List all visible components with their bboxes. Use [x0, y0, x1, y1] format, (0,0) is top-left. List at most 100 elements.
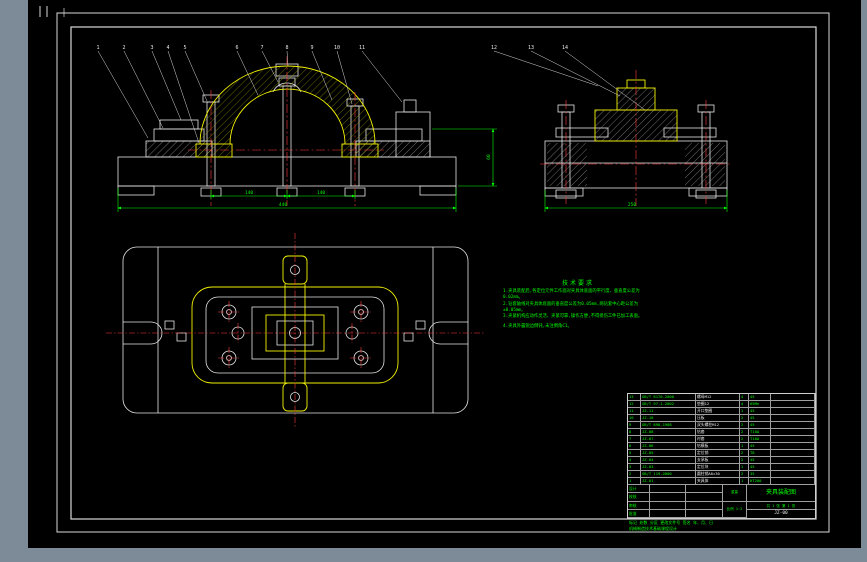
bom-row: 7 JZ-07 衬套 2 T10A: [628, 436, 815, 443]
bom-cell: 定位块: [696, 464, 740, 470]
cad-viewport[interactable]: 440 140 140 60 1 2 3 4 5 6 7 8 9 10 11 2…: [0, 0, 867, 562]
balloon-number: 14: [562, 45, 568, 51]
signature-cell: [686, 493, 722, 500]
bom-cell: [771, 457, 815, 463]
bom-cell: 2: [740, 429, 749, 435]
bom-cell: 45: [749, 415, 771, 421]
signature-cell: 审核: [628, 501, 650, 509]
bom-row: 9 GB/T 898-1988 双头螺柱M12 2 45: [628, 422, 815, 429]
bom-cell: JZ-06: [641, 443, 696, 449]
bom-row: 6 JZ-06 钻模板 1 45: [628, 443, 815, 450]
bom-cell: 2: [740, 436, 749, 442]
bom-cell: GB/T 898-1988: [641, 422, 696, 428]
bom-cell: 双头螺柱M12: [696, 422, 740, 428]
bom-cell: 45: [749, 394, 771, 400]
bom-cell: [771, 471, 815, 477]
bom-cell: 压板: [696, 415, 740, 421]
scale-cell: 比例 1:2: [723, 502, 746, 518]
balloon-number: 12: [491, 45, 497, 51]
bom-table: 13 GB/T 6170-2000 螺母M12 4 45 12 GB/T 97.1-2002…: [628, 394, 815, 485]
bom-cell: HT200: [749, 478, 771, 484]
bom-cell: T8: [749, 450, 771, 456]
bom-cell: [771, 408, 815, 414]
bom-cell: T10A: [749, 436, 771, 442]
bom-cell: T10A: [749, 429, 771, 435]
bom-cell: 45: [749, 443, 771, 449]
bom-cell: [771, 436, 815, 442]
bom-row: 4 JZ-04 支承板 2 45: [628, 457, 815, 464]
tech-notes-line: 4.夹具外露锐边倒钝,未注倒角C1。: [503, 324, 572, 330]
balloon-number: 13: [528, 45, 534, 51]
balloon-number: 2: [122, 45, 125, 51]
bom-cell: 5: [628, 450, 641, 456]
balloon-number: 9: [310, 45, 313, 51]
bom-cell: 45: [749, 464, 771, 470]
tech-notes-line: 1.夹具装配后,各定位元件工作面对夹具体底面的平行度、垂直度公差为0.02mm。: [503, 289, 640, 301]
dim-front-left: 140: [245, 190, 253, 196]
bom-cell: [771, 415, 815, 421]
bom-cell: [771, 443, 815, 449]
signature-row: 批准: [628, 509, 722, 518]
drawing-title: 夹具装配图: [765, 489, 796, 496]
bom-cell: 2: [740, 415, 749, 421]
balloon-number: 1: [96, 45, 99, 51]
balloon-number: 7: [260, 45, 263, 51]
bom-cell: 1: [740, 443, 749, 449]
balloon-number: 5: [183, 45, 186, 51]
bom-cell: 圆柱销A8×30: [696, 471, 740, 477]
bom-row: 2 GB/T 119-2000 圆柱销A8×30 2 35: [628, 471, 815, 478]
bom-row: 3 JZ-03 定位块 1 45: [628, 464, 815, 471]
bom-cell: 2: [740, 422, 749, 428]
bom-cell: 45: [749, 408, 771, 414]
bom-cell: 35: [749, 471, 771, 477]
tech-notes-line: 2.钻套轴线对夹具体底面的垂直度公差为0.05mm,两钻套中心距公差为±0.05…: [503, 301, 638, 313]
bom-cell: 衬套: [696, 436, 740, 442]
tech-notes-line: 3.夹紧机构应动作灵活、夹紧可靠,操作方便,不得损伤工件已加工表面。: [503, 314, 643, 320]
bom-cell: 4: [628, 457, 641, 463]
signature-row: 设计: [628, 485, 722, 494]
bom-cell: 支承板: [696, 457, 740, 463]
bom-cell: JZ-01: [641, 478, 696, 484]
bom-cell: 1: [740, 478, 749, 484]
bom-cell: 钻模板: [696, 443, 740, 449]
bom-cell: JZ-03: [641, 464, 696, 470]
bom-cell: 2: [740, 450, 749, 456]
bom-row: 11 JZ-11 开口垫圈 1 45: [628, 408, 815, 415]
bom-cell: JZ-07: [641, 436, 696, 442]
balloon-number: 10: [334, 45, 340, 51]
bom-cell: 2: [740, 457, 749, 463]
balloon-number: 6: [235, 45, 238, 51]
bom-cell: 1: [740, 408, 749, 414]
bom-cell: 4: [740, 401, 749, 407]
bom-cell: [771, 450, 815, 456]
dim-front-right: 140: [317, 190, 325, 196]
bom-cell: 13: [628, 394, 641, 400]
bom-cell: 开口垫圈: [696, 408, 740, 414]
bom-cell: 1: [740, 464, 749, 470]
course-line: 机械制造技术基础课程设计: [629, 525, 677, 531]
bom-row: 1 JZ-01 夹具体 1 HT200: [628, 478, 815, 485]
dim-side-overall: 250: [628, 202, 636, 208]
bom-cell: 1: [628, 478, 641, 484]
bom-cell: 夹具体: [696, 478, 740, 484]
bom-cell: JZ-11: [641, 408, 696, 414]
weight-cell: 重量: [723, 485, 746, 502]
bom-cell: 9: [628, 422, 641, 428]
balloon-number: 8: [285, 45, 288, 51]
bom-cell: 定位销: [696, 450, 740, 456]
bom-cell: [771, 464, 815, 470]
dim-front-height: 60: [486, 154, 492, 160]
title-block: 13 GB/T 6170-2000 螺母M12 4 45 12 GB/T 97.1-2002…: [627, 393, 816, 519]
bom-cell: JZ-08: [641, 429, 696, 435]
bom-cell: 2: [740, 471, 749, 477]
dim-front-overall: 440: [279, 202, 287, 208]
bom-cell: JZ-04: [641, 457, 696, 463]
signature-cell: [650, 509, 686, 517]
signature-cell: 校核: [628, 493, 650, 501]
sheet-count: 共 1 张 第 1 张: [747, 501, 815, 509]
bom-cell: [771, 429, 815, 435]
tech-notes: 技术要求 1.夹具装配后,各定位元件工作面对夹具体底面的平行度、垂直度公差为0.…: [503, 280, 653, 330]
bom-cell: GB/T 119-2000: [641, 471, 696, 477]
bom-cell: 7: [628, 436, 641, 442]
signature-row: 审核: [628, 501, 722, 510]
